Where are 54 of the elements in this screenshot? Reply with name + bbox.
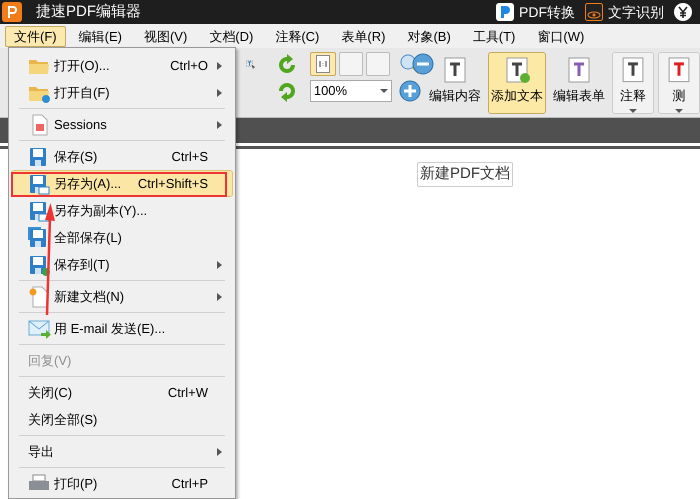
menu-item[interactable]: 关闭全部(S) — [11, 406, 233, 433]
menu-bar-item[interactable]: 工具(T) — [464, 26, 524, 46]
menu-bar-item[interactable]: 编辑(E) — [70, 26, 131, 46]
menu-item[interactable]: 保存到(T) — [11, 251, 233, 278]
menu-item[interactable]: 用 E-mail 发送(E)... — [11, 315, 233, 342]
submenu-arrow-icon — [217, 88, 222, 96]
title-action-button[interactable]: 文字识别 — [585, 2, 664, 22]
title-action-button[interactable]: PDF转换 — [496, 2, 575, 22]
floppy-disk-icon — [28, 200, 50, 222]
dropdown-caret-icon — [380, 89, 388, 93]
menu-bar-item[interactable]: 窗口(W) — [528, 26, 594, 46]
submenu-arrow-icon — [217, 292, 222, 300]
window-title: 捷速PDF编辑器 — [36, 2, 141, 22]
one-to-one-icon — [316, 55, 330, 73]
toolbar-button[interactable]: 编辑表单 — [550, 52, 608, 114]
menu-item[interactable]: 打开(O)... Ctrl+O — [11, 52, 233, 79]
toolbar-button[interactable]: 添加文本 — [488, 52, 546, 114]
toolbar-button[interactable]: 测 — [658, 52, 700, 114]
floppy-disk-icon — [28, 254, 50, 276]
menu-item[interactable]: 另存为(A)... Ctrl+Shift+S — [11, 170, 233, 197]
menu-item[interactable]: 打开自(F) — [11, 79, 233, 106]
zoom-out-icon — [411, 52, 436, 76]
document-title: 新建PDF文档 — [417, 162, 513, 186]
menu-bar-item[interactable]: 视图(V) — [134, 26, 196, 46]
zoom-in-icon — [398, 79, 422, 103]
submenu-arrow-icon — [217, 448, 222, 456]
fit-width-button[interactable] — [366, 52, 390, 76]
envelope-icon — [28, 318, 52, 340]
menu-bar-item[interactable]: 对象(B) — [398, 26, 460, 46]
menu-bar-item[interactable]: 文档(D) — [200, 26, 262, 46]
menu-item[interactable]: 打印(P) Ctrl+P — [11, 470, 233, 497]
yuan-coin-icon — [674, 3, 692, 21]
menu-item[interactable]: 导出 — [11, 438, 233, 465]
dropdown-caret-icon — [629, 109, 637, 113]
submenu-arrow-icon — [217, 120, 222, 128]
menu-bar-item[interactable]: 文件(F) — [5, 26, 66, 46]
menu-item[interactable]: 全部保存(L) — [11, 224, 233, 251]
dropdown-caret-icon — [675, 109, 683, 113]
submenu-arrow-icon — [217, 260, 222, 268]
actual-size-button[interactable] — [310, 52, 336, 76]
toolbar-button[interactable]: 编辑内容 — [426, 52, 484, 114]
app-logo-icon — [2, 2, 22, 22]
zoom-combobox[interactable]: 100% — [310, 80, 392, 102]
menu-bar-item[interactable]: 表单(R) — [332, 26, 394, 46]
menu-bar-item[interactable]: 注释(C) — [266, 26, 328, 46]
ocr-eye-icon — [585, 3, 603, 21]
menu-item[interactable]: 保存(S) Ctrl+S — [11, 143, 233, 170]
toolbar-button[interactable]: 注释 — [612, 52, 654, 114]
menu-item[interactable]: 新建文档(N) — [11, 283, 233, 310]
submenu-arrow-icon — [217, 62, 222, 70]
menu-item[interactable]: 关闭(C) Ctrl+W — [11, 379, 233, 406]
p-logo-icon — [496, 3, 514, 21]
menu-item[interactable]: Sessions — [11, 111, 233, 138]
floppy-disk-icon — [28, 172, 50, 194]
